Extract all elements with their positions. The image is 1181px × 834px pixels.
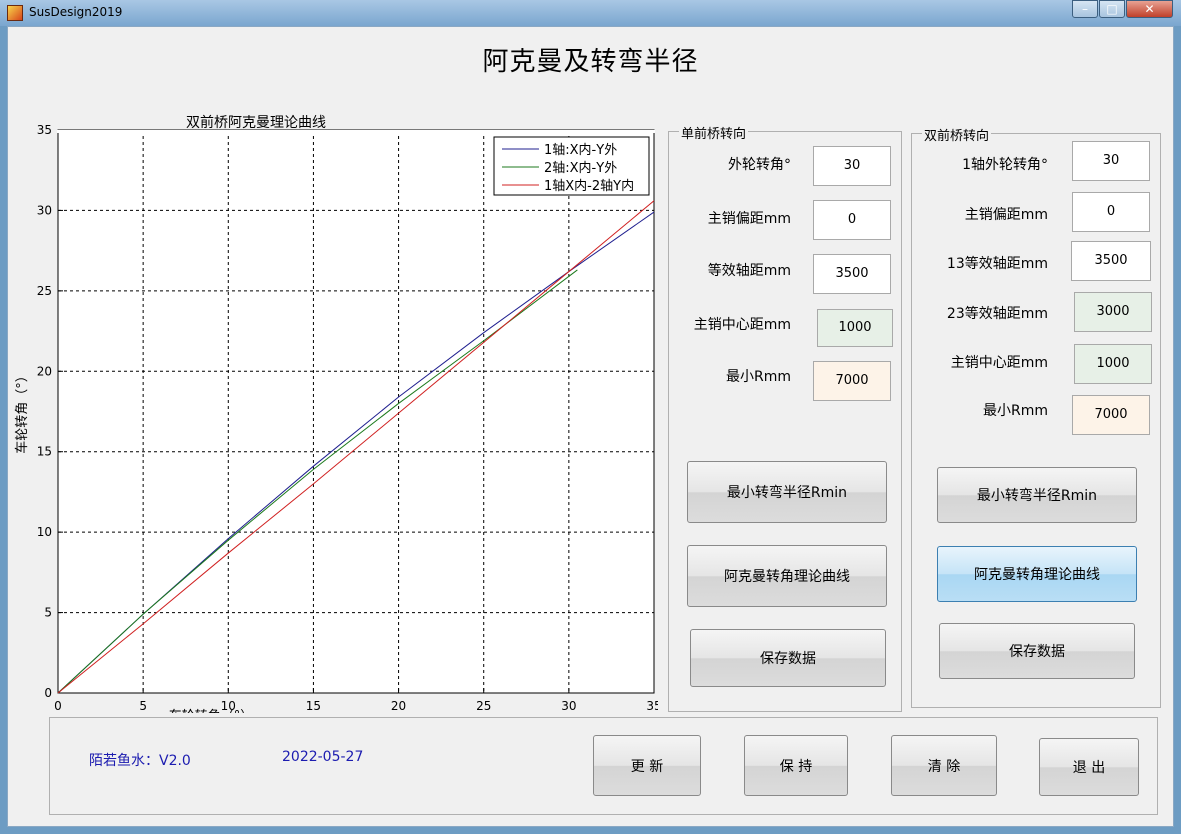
single-outer-angle-input[interactable]: 30 xyxy=(813,146,891,186)
y-tick-label: 30 xyxy=(37,203,52,217)
x-tick-label: 5 xyxy=(139,699,147,713)
y-tick-label: 35 xyxy=(37,123,52,137)
double-min-radius-button[interactable]: 最小转弯半径Rmin xyxy=(937,467,1137,523)
single-kingpin-offset-label: 主销偏距mm xyxy=(707,211,791,227)
double-wheelbase23-label: 23等效轴距mm xyxy=(946,306,1048,322)
single-wheelbase-label: 等效轴距mm xyxy=(707,263,791,279)
double-wheelbase13-input[interactable]: 3500 xyxy=(1071,241,1151,281)
double-min-radius-label: 最小Rmm xyxy=(982,403,1048,419)
main-window: 阿克曼及转弯半径 0 5 10 15 20 25 30 35 0 5 10 15 20 25 30 35 双前桥… xyxy=(7,26,1174,827)
x-tick-label: 20 xyxy=(391,699,406,713)
x-tick-label: 30 xyxy=(561,699,576,713)
y-tick-label: 15 xyxy=(37,445,52,459)
single-ackermann-curve-button[interactable]: 阿克曼转角理论曲线 xyxy=(687,545,887,607)
ackermann-chart: 0 5 10 15 20 25 30 3505101520253035 双前桥阿克曼理论曲线车轮… xyxy=(14,114,658,713)
double-min-radius-output: 7000 xyxy=(1072,395,1150,435)
double-kingpin-distance-output: 1000 xyxy=(1074,344,1152,384)
x-axis-label: 车轮转角（°） xyxy=(169,708,254,713)
double-axle-group: 双前桥转向 1轴外轮转角° 30 主销偏距mm 0 13等效轴距mm 3500 … xyxy=(911,125,1161,708)
hold-button[interactable]: 保 持 xyxy=(744,735,848,796)
x-tick-label: 0 xyxy=(54,699,62,713)
bottom-panel: 陌若鱼水：V2.0 2022-05-27 更 新 保 持 清 除 退 出 xyxy=(49,717,1158,815)
legend-entry: 1轴X内-2轴Y内 xyxy=(544,178,634,194)
plot-area xyxy=(58,130,654,693)
author-version-label: 陌若鱼水：V2.0 xyxy=(89,753,191,769)
maximize-button[interactable]: □ xyxy=(1099,0,1125,18)
title-bar: SusDesign2019 – □ ✕ xyxy=(0,0,1181,26)
title-mask xyxy=(57,130,655,133)
double-wheelbase13-label: 13等效轴距mm xyxy=(946,256,1048,272)
single-outer-angle-label: 外轮转角° xyxy=(728,157,791,173)
y-tick-label: 5 xyxy=(44,606,52,620)
single-axle-legend: 单前桥转向 xyxy=(679,123,749,142)
y-tick-label: 20 xyxy=(37,364,52,378)
single-kingpin-offset-input[interactable]: 0 xyxy=(813,200,891,240)
y-tick-label: 0 xyxy=(44,686,52,700)
x-tick-label: 35 xyxy=(646,699,658,713)
date-label: 2022-05-27 xyxy=(282,749,364,765)
single-wheelbase-input[interactable]: 3500 xyxy=(813,254,891,294)
chart-title: 双前桥阿克曼理论曲线 xyxy=(186,114,326,131)
double-kingpin-distance-label: 主销中心距mm xyxy=(950,355,1048,371)
exit-button[interactable]: 退 出 xyxy=(1039,738,1139,796)
update-button[interactable]: 更 新 xyxy=(593,735,701,796)
legend-entry: 1轴:X内-Y外 xyxy=(544,142,617,158)
single-kingpin-distance-output: 1000 xyxy=(817,309,893,347)
clear-button[interactable]: 清 除 xyxy=(891,735,997,796)
app-icon xyxy=(7,5,23,21)
double-kingpin-offset-input[interactable]: 0 xyxy=(1072,192,1150,232)
page-title: 阿克曼及转弯半径 xyxy=(482,47,699,77)
window-title: SusDesign2019 xyxy=(29,5,123,19)
single-min-radius-label: 最小Rmm xyxy=(725,369,791,385)
x-tick-label: 25 xyxy=(476,699,491,713)
single-kingpin-distance-label: 主销中心距mm xyxy=(693,317,791,333)
double-axle-legend: 双前桥转向 xyxy=(922,125,992,144)
single-min-radius-button[interactable]: 最小转弯半径Rmin xyxy=(687,461,887,523)
double-wheelbase23-output: 3000 xyxy=(1074,292,1152,332)
y-tick-label: 25 xyxy=(37,284,52,298)
double-outer-angle-label: 1轴外轮转角° xyxy=(962,157,1048,173)
y-tick-label: 10 xyxy=(37,525,52,539)
x-tick-label: 15 xyxy=(306,699,321,713)
double-save-data-button[interactable]: 保存数据 xyxy=(939,623,1135,679)
single-min-radius-output: 7000 xyxy=(813,361,891,401)
y-axis-label: 车轮转角（°） xyxy=(14,369,30,454)
single-axle-group: 单前桥转向 外轮转角° 30 主销偏距mm 0 等效轴距mm 3500 主销中心… xyxy=(668,123,902,712)
close-button[interactable]: ✕ xyxy=(1126,0,1173,18)
minimize-button[interactable]: – xyxy=(1072,0,1098,18)
single-save-data-button[interactable]: 保存数据 xyxy=(690,629,886,687)
double-kingpin-offset-label: 主销偏距mm xyxy=(964,207,1048,223)
double-outer-angle-input[interactable]: 30 xyxy=(1072,141,1150,181)
double-ackermann-curve-button[interactable]: 阿克曼转角理论曲线 xyxy=(937,546,1137,602)
legend-entry: 2轴:X内-Y外 xyxy=(544,160,617,176)
